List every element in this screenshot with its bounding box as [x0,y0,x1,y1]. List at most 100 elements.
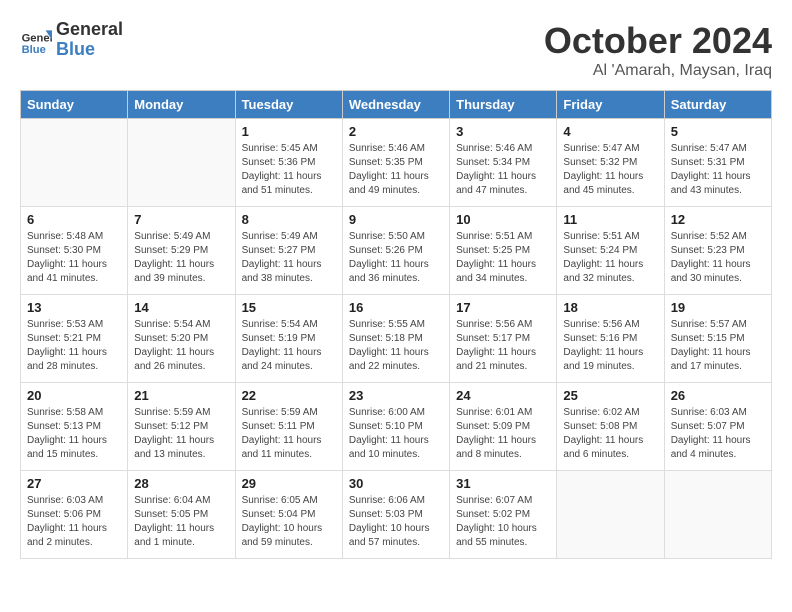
day-detail: Sunrise: 5:48 AM Sunset: 5:30 PM Dayligh… [27,230,121,286]
calendar-cell: 3 Sunrise: 5:46 AM Sunset: 5:34 PM Daylig… [450,119,557,207]
header-row: SundayMondayTuesdayWednesdayThursdayFrid… [21,91,772,119]
calendar-cell: 27Sunrise: 6:03 AM Sunset: 5:06 PM Dayli… [21,471,128,559]
logo: General Blue General Blue [20,20,123,60]
day-number: 10 [456,212,550,227]
day-detail: Sunrise: 5:47 AM Sunset: 5:32 PM Dayligh… [563,142,657,198]
day-detail: Sunrise: 6:02 AM Sunset: 5:08 PM Dayligh… [563,406,657,462]
calendar-cell: 11 Sunrise: 5:51 AM Sunset: 5:24 PM Dayli… [557,207,664,295]
day-number: 17 [456,300,550,315]
calendar-cell: 12 Sunrise: 5:52 AM Sunset: 5:23 PM Dayli… [664,207,771,295]
day-number: 25 [563,388,657,403]
logo-line2: Blue [56,40,123,60]
day-detail: Sunrise: 5:52 AM Sunset: 5:23 PM Dayligh… [671,230,765,286]
day-detail: Sunrise: 5:50 AM Sunset: 5:26 PM Dayligh… [349,230,443,286]
day-header-wednesday: Wednesday [342,91,449,119]
day-detail: Sunrise: 6:03 AM Sunset: 5:06 PM Dayligh… [27,494,121,550]
day-detail: Sunrise: 5:47 AM Sunset: 5:31 PM Dayligh… [671,142,765,198]
calendar-cell: 8Sunrise: 5:49 AM Sunset: 5:27 PM Daylig… [235,207,342,295]
calendar-cell [128,119,235,207]
day-number: 12 [671,212,765,227]
calendar-cell [664,471,771,559]
day-detail: Sunrise: 6:05 AM Sunset: 5:04 PM Dayligh… [242,494,336,550]
calendar-cell: 30 Sunrise: 6:06 AM Sunset: 5:03 PM Dayli… [342,471,449,559]
calendar-cell: 7 Sunrise: 5:49 AM Sunset: 5:29 PM Daylig… [128,207,235,295]
day-detail: Sunrise: 5:46 AM Sunset: 5:35 PM Dayligh… [349,142,443,198]
day-number: 26 [671,388,765,403]
day-detail: Sunrise: 5:55 AM Sunset: 5:18 PM Dayligh… [349,318,443,374]
day-number: 3 [456,124,550,139]
day-number: 24 [456,388,550,403]
day-number: 30 [349,476,443,491]
calendar-table: SundayMondayTuesdayWednesdayThursdayFrid… [20,90,772,559]
day-header-tuesday: Tuesday [235,91,342,119]
svg-text:Blue: Blue [22,44,46,56]
week-row-3: 13 Sunrise: 5:53 AM Sunset: 5:21 PM Dayli… [21,295,772,383]
day-number: 9 [349,212,443,227]
calendar-cell: 10 Sunrise: 5:51 AM Sunset: 5:25 PM Dayli… [450,207,557,295]
day-detail: Sunrise: 5:54 AM Sunset: 5:20 PM Dayligh… [134,318,228,374]
day-detail: Sunrise: 5:51 AM Sunset: 5:24 PM Dayligh… [563,230,657,286]
calendar-cell: 29 Sunrise: 6:05 AM Sunset: 5:04 PM Dayli… [235,471,342,559]
day-detail: Sunrise: 5:54 AM Sunset: 5:19 PM Dayligh… [242,318,336,374]
month-title: October 2024 [544,20,772,62]
day-header-sunday: Sunday [21,91,128,119]
calendar-cell: 6Sunrise: 5:48 AM Sunset: 5:30 PM Daylig… [21,207,128,295]
day-header-friday: Friday [557,91,664,119]
day-number: 19 [671,300,765,315]
day-detail: Sunrise: 5:56 AM Sunset: 5:17 PM Dayligh… [456,318,550,374]
calendar-cell: 14 Sunrise: 5:54 AM Sunset: 5:20 PM Dayli… [128,295,235,383]
calendar-cell: 16Sunrise: 5:55 AM Sunset: 5:18 PM Dayli… [342,295,449,383]
day-detail: Sunrise: 5:49 AM Sunset: 5:29 PM Dayligh… [134,230,228,286]
calendar-cell: 17 Sunrise: 5:56 AM Sunset: 5:17 PM Dayli… [450,295,557,383]
day-number: 1 [242,124,336,139]
day-number: 29 [242,476,336,491]
day-number: 15 [242,300,336,315]
day-number: 22 [242,388,336,403]
day-detail: Sunrise: 6:01 AM Sunset: 5:09 PM Dayligh… [456,406,550,462]
day-detail: Sunrise: 6:03 AM Sunset: 5:07 PM Dayligh… [671,406,765,462]
day-number: 5 [671,124,765,139]
week-row-1: 1Sunrise: 5:45 AM Sunset: 5:36 PM Daylig… [21,119,772,207]
logo-text: General Blue [56,20,123,60]
day-number: 21 [134,388,228,403]
day-number: 18 [563,300,657,315]
day-detail: Sunrise: 5:46 AM Sunset: 5:34 PM Dayligh… [456,142,550,198]
day-detail: Sunrise: 6:06 AM Sunset: 5:03 PM Dayligh… [349,494,443,550]
title-section: October 2024 Al 'Amarah, Maysan, Iraq [544,20,772,80]
calendar-cell: 13 Sunrise: 5:53 AM Sunset: 5:21 PM Dayli… [21,295,128,383]
day-detail: Sunrise: 5:57 AM Sunset: 5:15 PM Dayligh… [671,318,765,374]
day-detail: Sunrise: 5:51 AM Sunset: 5:25 PM Dayligh… [456,230,550,286]
day-number: 28 [134,476,228,491]
day-detail: Sunrise: 5:58 AM Sunset: 5:13 PM Dayligh… [27,406,121,462]
calendar-cell: 1Sunrise: 5:45 AM Sunset: 5:36 PM Daylig… [235,119,342,207]
day-number: 14 [134,300,228,315]
day-detail: Sunrise: 5:59 AM Sunset: 5:12 PM Dayligh… [134,406,228,462]
day-number: 23 [349,388,443,403]
day-number: 2 [349,124,443,139]
day-detail: Sunrise: 5:59 AM Sunset: 5:11 PM Dayligh… [242,406,336,462]
day-number: 13 [27,300,121,315]
calendar-cell: 21 Sunrise: 5:59 AM Sunset: 5:12 PM Dayli… [128,383,235,471]
week-row-4: 20 Sunrise: 5:58 AM Sunset: 5:13 PM Dayli… [21,383,772,471]
day-number: 20 [27,388,121,403]
day-number: 4 [563,124,657,139]
day-header-thursday: Thursday [450,91,557,119]
day-detail: Sunrise: 6:07 AM Sunset: 5:02 PM Dayligh… [456,494,550,550]
calendar-cell: 2 Sunrise: 5:46 AM Sunset: 5:35 PM Daylig… [342,119,449,207]
day-number: 31 [456,476,550,491]
logo-line1: General [56,20,123,40]
calendar-cell: 25 Sunrise: 6:02 AM Sunset: 5:08 PM Dayli… [557,383,664,471]
day-number: 7 [134,212,228,227]
calendar-cell [21,119,128,207]
location-title: Al 'Amarah, Maysan, Iraq [544,62,772,80]
day-detail: Sunrise: 5:53 AM Sunset: 5:21 PM Dayligh… [27,318,121,374]
day-header-monday: Monday [128,91,235,119]
week-row-5: 27Sunrise: 6:03 AM Sunset: 5:06 PM Dayli… [21,471,772,559]
day-number: 11 [563,212,657,227]
day-number: 8 [242,212,336,227]
calendar-cell: 23 Sunrise: 6:00 AM Sunset: 5:10 PM Dayli… [342,383,449,471]
calendar-cell: 19 Sunrise: 5:57 AM Sunset: 5:15 PM Dayli… [664,295,771,383]
day-detail: Sunrise: 6:00 AM Sunset: 5:10 PM Dayligh… [349,406,443,462]
calendar-cell: 15 Sunrise: 5:54 AM Sunset: 5:19 PM Dayli… [235,295,342,383]
page-header: General Blue General Blue October 2024 A… [20,20,772,80]
